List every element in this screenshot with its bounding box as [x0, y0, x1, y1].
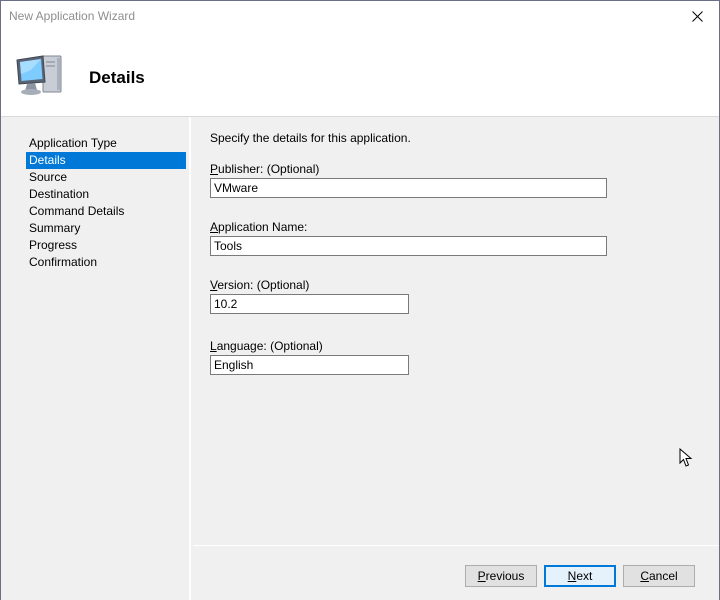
publisher-label: Publisher: (Optional) — [210, 162, 319, 176]
close-button[interactable] — [675, 1, 719, 32]
computer-icon — [16, 55, 62, 95]
mouse-pointer-icon — [679, 448, 693, 467]
application-name-label-accesskey: A — [210, 220, 219, 234]
wizard-footer: Previous Next Cancel — [193, 545, 719, 600]
previous-button[interactable]: Previous — [465, 565, 537, 587]
step-application-type[interactable]: Application Type — [26, 135, 186, 152]
details-panel: Specify the details for this application… — [193, 117, 719, 545]
next-button[interactable]: Next — [544, 565, 616, 587]
wizard-header: Details — [1, 32, 719, 116]
language-label-text: anguage: (Optional) — [216, 339, 323, 353]
step-confirmation[interactable]: Confirmation — [26, 254, 186, 271]
page-title: Details — [89, 68, 145, 87]
step-details[interactable]: Details — [26, 152, 186, 169]
title-bar[interactable]: New Application Wizard — [1, 1, 719, 32]
language-input[interactable] — [210, 355, 409, 375]
publisher-label-text: ublisher: (Optional) — [218, 162, 320, 176]
version-label: Version: (Optional) — [210, 278, 309, 292]
version-input[interactable] — [210, 294, 409, 314]
intro-text: Specify the details for this application… — [210, 131, 411, 145]
language-label-accesskey: L — [210, 339, 217, 353]
application-name-input[interactable] — [210, 236, 607, 256]
next-label: ext — [576, 569, 593, 583]
language-label: Language: (Optional) — [210, 339, 323, 353]
cancel-accesskey: C — [640, 569, 649, 583]
step-progress[interactable]: Progress — [26, 237, 186, 254]
step-source[interactable]: Source — [26, 169, 186, 186]
previous-label: revious — [485, 569, 525, 583]
steps-list: Application Type Details Source Destinat… — [26, 135, 186, 271]
cancel-label: ancel — [648, 569, 678, 583]
wizard-content: Application Type Details Source Destinat… — [1, 116, 719, 600]
previous-accesskey: P — [477, 569, 486, 583]
application-name-label-text: pplication Name: — [218, 220, 308, 234]
wizard-steps-nav: Application Type Details Source Destinat… — [1, 117, 191, 600]
window-title: New Application Wizard — [9, 9, 136, 23]
close-icon — [691, 11, 703, 22]
step-destination[interactable]: Destination — [26, 186, 186, 203]
step-summary[interactable]: Summary — [26, 220, 186, 237]
publisher-label-accesskey: P — [210, 162, 219, 176]
step-command-details[interactable]: Command Details — [26, 203, 186, 220]
application-name-label: Application Name: — [210, 220, 307, 234]
next-accesskey: N — [567, 569, 577, 583]
publisher-input[interactable] — [210, 178, 607, 198]
version-label-text: ersion: (Optional) — [217, 278, 310, 292]
wizard-window: New Application Wizard Details Applicati… — [0, 0, 720, 600]
cancel-button[interactable]: Cancel — [623, 565, 695, 587]
